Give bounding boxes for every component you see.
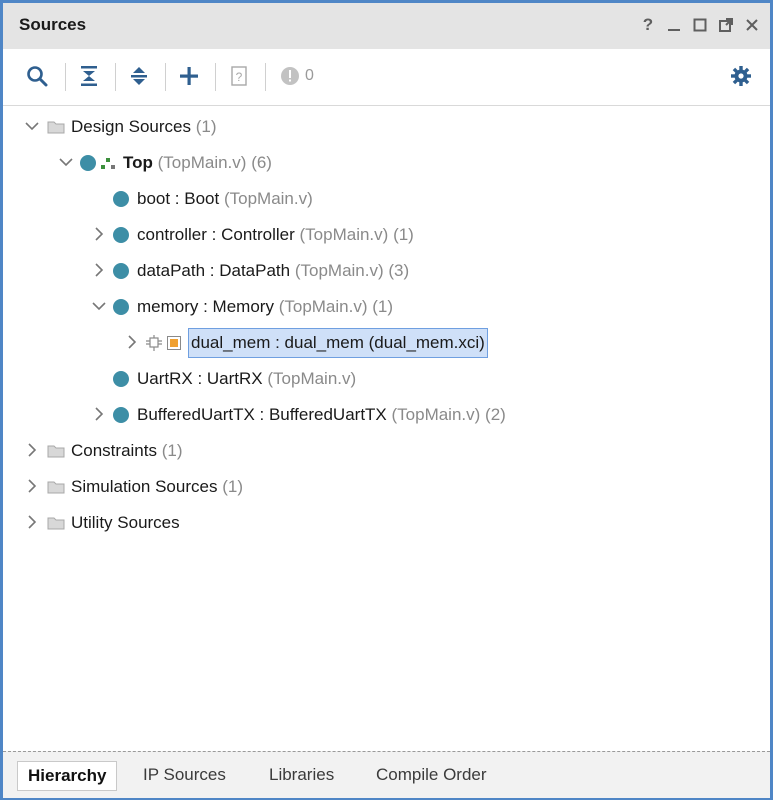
node-label: controller : Controller <box>137 225 295 244</box>
module-dot-icon <box>113 299 129 315</box>
maximize-icon[interactable] <box>690 13 710 37</box>
node-count: (1) <box>195 117 217 136</box>
node-label: dual_mem : dual_mem (dual_mem.xci) <box>188 328 488 358</box>
node-count: (3) <box>388 261 410 280</box>
module-dot-icon <box>80 155 96 171</box>
close-icon[interactable] <box>742 13 762 37</box>
tree-node-datapath[interactable]: dataPath : DataPath (TopMain.v) (3) <box>3 253 770 289</box>
tree-node-uartrx[interactable]: UartRX : UartRX (TopMain.v) <box>3 361 770 397</box>
ip-status-icon <box>166 335 184 351</box>
node-file: (TopMain.v) <box>157 153 247 172</box>
module-dot-icon <box>113 227 129 243</box>
node-file: (TopMain.v) <box>299 225 389 244</box>
gear-icon[interactable] <box>724 59 758 93</box>
chevron-right-icon[interactable] <box>124 334 140 350</box>
tab-hierarchy[interactable]: Hierarchy <box>17 761 118 791</box>
window-controls: ? <box>638 13 762 37</box>
minimize-icon[interactable] <box>664 13 684 37</box>
node-file: (TopMain.v) <box>294 261 384 280</box>
node-file: (TopMain.v) <box>223 189 313 208</box>
add-icon[interactable] <box>172 59 206 93</box>
node-label: Utility Sources <box>71 513 180 532</box>
node-count: (6) <box>251 153 272 172</box>
node-count: (1) <box>372 297 394 316</box>
module-dot-icon <box>113 371 129 387</box>
status-circle-icon[interactable] <box>273 59 307 93</box>
module-dot-icon <box>113 191 129 207</box>
status-count: 0 <box>305 67 314 84</box>
expand-all-icon[interactable] <box>122 59 156 93</box>
folder-icon <box>47 515 65 531</box>
node-label: Design Sources <box>71 117 192 136</box>
svg-text:?: ? <box>236 70 243 84</box>
collapse-all-icon[interactable] <box>72 59 106 93</box>
panel-title: Sources <box>19 15 87 34</box>
chevron-right-icon[interactable] <box>24 514 40 530</box>
node-label: dataPath : DataPath <box>137 261 291 280</box>
node-label: Top <box>123 153 153 172</box>
chevron-right-icon[interactable] <box>91 262 107 278</box>
chevron-right-icon[interactable] <box>24 442 40 458</box>
node-label: BufferedUartTX : BufferedUartTX <box>137 405 387 424</box>
node-label: boot : Boot <box>137 189 220 208</box>
node-count: (1) <box>393 225 414 244</box>
tree-node-memory[interactable]: memory : Memory (TopMain.v) (1) <box>3 289 770 325</box>
tab-ip-sources[interactable]: IP Sources <box>133 761 236 789</box>
node-label: UartRX : UartRX <box>137 369 263 388</box>
tree-node-utility-sources[interactable]: Utility Sources <box>3 505 770 541</box>
search-icon[interactable] <box>20 59 54 93</box>
tree-node-boot[interactable]: boot : Boot (TopMain.v) <box>3 181 770 217</box>
view-tabs: Hierarchy IP Sources Libraries Compile O… <box>3 751 770 798</box>
tab-compile-order[interactable]: Compile Order <box>366 761 497 789</box>
chevron-down-icon[interactable] <box>58 154 74 170</box>
tree-node-simulation-sources[interactable]: Simulation Sources (1) <box>3 469 770 505</box>
tree-node-controller[interactable]: controller : Controller (TopMain.v) (1) <box>3 217 770 253</box>
unknown-file-icon[interactable]: ? <box>222 59 256 93</box>
folder-icon <box>47 443 65 459</box>
sources-toolbar: ? 0 <box>3 49 770 106</box>
node-count: (1) <box>161 441 183 460</box>
node-label: Simulation Sources <box>71 477 218 496</box>
chevron-down-icon[interactable] <box>24 118 40 134</box>
tree-node-dual-mem[interactable]: dual_mem : dual_mem (dual_mem.xci) <box>3 325 770 361</box>
node-file: (TopMain.v) <box>278 297 368 316</box>
tree-node-constraints[interactable]: Constraints (1) <box>3 433 770 469</box>
sources-panel: Sources ? ? 0 Design Sources (1) Top (To… <box>0 0 773 800</box>
tree-node-design-sources[interactable]: Design Sources (1) <box>3 109 770 145</box>
hierarchy-top-icon <box>100 155 118 171</box>
float-icon[interactable] <box>716 13 736 37</box>
node-count: (1) <box>222 477 243 496</box>
module-dot-icon <box>113 263 129 279</box>
chevron-down-icon[interactable] <box>91 298 107 314</box>
tree-node-buffereduarttx[interactable]: BufferedUartTX : BufferedUartTX (TopMain… <box>3 397 770 433</box>
module-dot-icon <box>113 407 129 423</box>
folder-icon <box>47 479 65 495</box>
chevron-right-icon[interactable] <box>91 406 107 422</box>
node-label: memory : Memory <box>137 297 274 316</box>
chevron-right-icon[interactable] <box>24 478 40 494</box>
chevron-right-icon[interactable] <box>91 226 107 242</box>
help-icon[interactable]: ? <box>638 13 658 37</box>
tab-libraries[interactable]: Libraries <box>259 761 344 789</box>
tree-node-top[interactable]: Top (TopMain.v) (6) <box>3 145 770 181</box>
node-label: Constraints <box>71 441 157 460</box>
node-count: (2) <box>485 405 506 424</box>
node-file: (TopMain.v) <box>267 369 357 388</box>
ip-core-icon <box>145 335 163 351</box>
node-file: (TopMain.v) <box>391 405 481 424</box>
panel-title-bar: Sources ? <box>3 3 770 49</box>
folder-icon <box>47 119 65 135</box>
